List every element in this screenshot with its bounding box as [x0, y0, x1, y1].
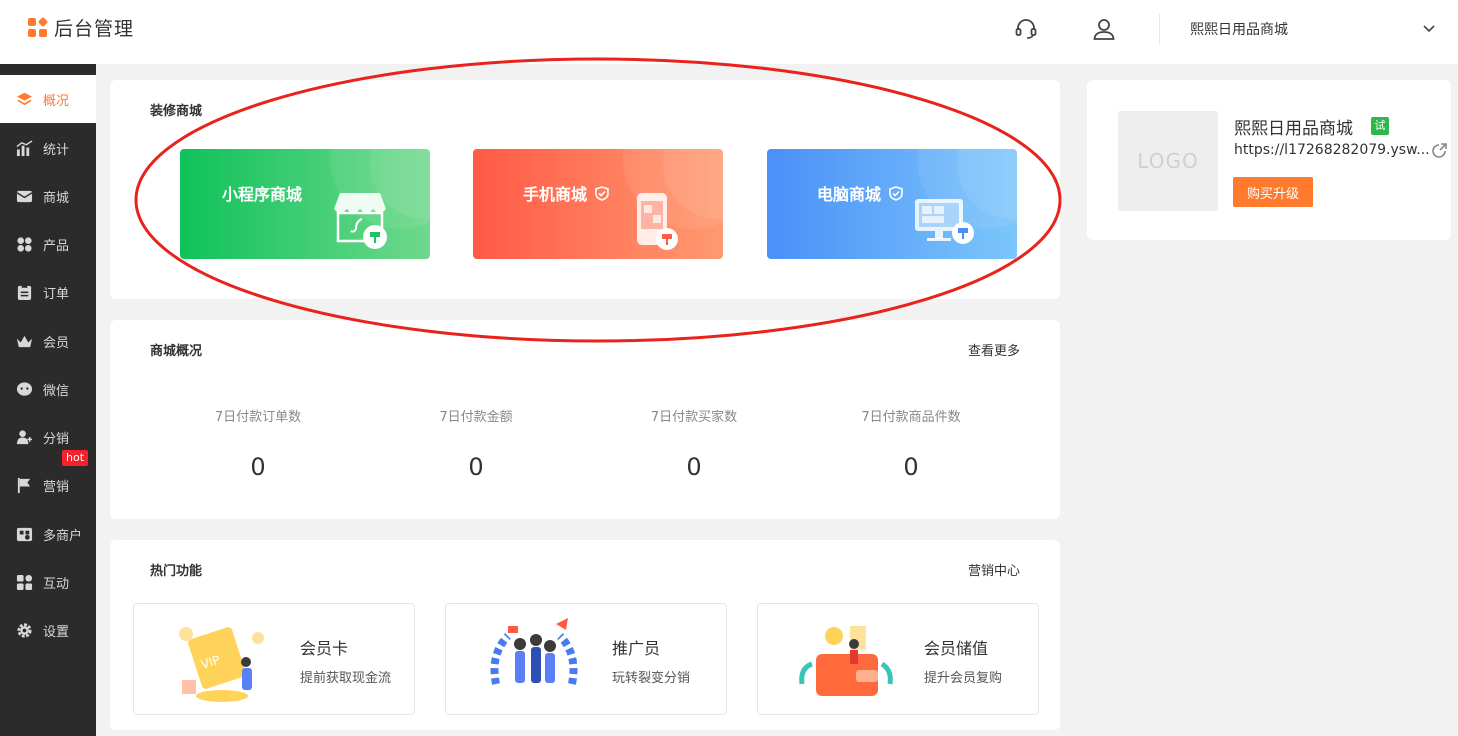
shop-selector[interactable]: 熙熙日用品商城: [1190, 19, 1288, 39]
sidebar-item-label: 多商户: [43, 528, 83, 544]
sidebar-item-label: 互动: [43, 576, 70, 592]
stat-label: 7日付款商品件数: [861, 410, 961, 425]
apps-icon: [16, 574, 33, 590]
sidebar-item-overview[interactable]: 概况: [0, 75, 96, 123]
tile-mobile-shop[interactable]: 手机商城: [473, 149, 723, 259]
sidebar-item-label: 概况: [43, 93, 70, 109]
sidebar-item-label: 设置: [43, 624, 70, 640]
app-title: 后台管理: [54, 18, 135, 40]
tile-pc-shop[interactable]: 电脑商城: [767, 149, 1017, 259]
decorate-shop-card: 装修商城 小程序商城 手机商城 电脑商城: [110, 80, 1060, 299]
sidebar-item-label: 分销: [43, 431, 70, 447]
crown-icon: [16, 335, 33, 347]
sidebar-item-marketing[interactable]: hot 营销: [0, 450, 96, 509]
tile-label: 小程序商城: [222, 185, 303, 204]
feature-name: 会员卡: [300, 639, 349, 658]
sidebar-item-label: 微信: [43, 383, 70, 399]
tile-label: 手机商城: [523, 185, 588, 204]
brand[interactable]: 后台管理: [28, 14, 134, 41]
trial-badge: 试: [1371, 117, 1389, 135]
feature-member-recharge[interactable]: 会员储值 提升会员复购: [757, 603, 1039, 715]
chevron-down-icon[interactable]: [1421, 20, 1437, 36]
stat-value: 0: [686, 453, 702, 481]
storefront-icon: [334, 193, 387, 249]
feature-name: 推广员: [612, 639, 661, 658]
store-icon: [16, 527, 33, 541]
shield-check-icon: [889, 185, 903, 201]
sidebar-item-statistics[interactable]: 统计: [0, 124, 96, 172]
sidebar-item-label: 产品: [43, 238, 70, 254]
sidebar-item-label: 商城: [43, 190, 70, 206]
stat-value: 0: [468, 453, 484, 481]
stat-value: 0: [903, 453, 919, 481]
shop-logo: LOGO: [1118, 111, 1218, 211]
chart-icon: [16, 139, 33, 156]
feature-desc: 提升会员复购: [924, 671, 1003, 686]
stat-label: 7日付款订单数: [214, 410, 302, 425]
sidebar-item-interaction[interactable]: 互动: [0, 558, 96, 606]
feature-name: 会员储值: [924, 639, 989, 658]
stat-label: 7日付款金额: [439, 410, 513, 425]
hot-features-card: 热门功能 营销中心 VIP 会员卡 提前获取现金流 推广员 玩转裂变分销 会员储…: [110, 540, 1060, 730]
vip-card-illustration-icon: VIP: [179, 627, 264, 702]
sidebar-item-label: 统计: [43, 142, 70, 158]
feature-desc: 玩转裂变分销: [612, 671, 691, 686]
users-icon: [16, 429, 33, 444]
sidebar-item-orders[interactable]: 订单: [0, 268, 96, 316]
stat-orders: 7日付款订单数 0: [148, 406, 368, 481]
brand-logo-icon: [28, 16, 49, 38]
shop-name: 熙熙日用品商城: [1234, 119, 1353, 139]
grid-icon: [17, 236, 32, 252]
top-header: 后台管理 熙熙日用品商城: [0, 0, 1458, 64]
sidebar-item-products[interactable]: 产品: [0, 220, 96, 268]
sidebar-item-mall[interactable]: 商城: [0, 172, 96, 220]
user-icon[interactable]: [1091, 16, 1117, 42]
upgrade-button[interactable]: 购买升级: [1233, 177, 1313, 207]
shield-check-icon: [595, 185, 609, 201]
shop-url[interactable]: https://l17268282079.ysw...: [1234, 142, 1429, 158]
stat-buyers: 7日付款买家数 0: [584, 406, 804, 481]
decorate-title: 装修商城: [150, 104, 203, 119]
layers-icon: [16, 92, 33, 105]
stat-value: 0: [250, 453, 266, 481]
feature-promoter[interactable]: 推广员 玩转裂变分销: [445, 603, 727, 715]
sidebar-item-wechat[interactable]: 微信: [0, 365, 96, 413]
clipboard-icon: [17, 284, 32, 300]
hot-features-title: 热门功能: [150, 564, 203, 579]
shop-overview-card: 商城概况 查看更多 7日付款订单数 0 7日付款金额 0 7日付款买家数 0 7…: [110, 320, 1060, 519]
wallet-illustration-icon: [799, 626, 893, 696]
feature-desc: 提前获取现金流: [300, 671, 392, 686]
tile-miniprogram-shop[interactable]: 小程序商城: [180, 149, 430, 259]
feature-member-card[interactable]: VIP 会员卡 提前获取现金流: [133, 603, 415, 715]
marketing-center-link[interactable]: 营销中心: [968, 560, 1020, 579]
hot-badge: hot: [62, 450, 89, 466]
header-divider: [1159, 14, 1160, 44]
stat-items: 7日付款商品件数 0: [801, 406, 1021, 481]
external-link-icon[interactable]: [1432, 142, 1448, 158]
mail-icon: [16, 190, 33, 202]
overview-title: 商城概况: [150, 344, 203, 359]
sidebar-item-settings[interactable]: 设置: [0, 606, 96, 654]
sidebar: 概况 统计 商城 产品 订单 会员 微信 分销 hot 营销 多商户 互动 设置: [0, 64, 96, 736]
flag-icon: [17, 477, 31, 493]
stat-amount: 7日付款金额 0: [366, 406, 586, 481]
wechat-icon: [16, 381, 33, 396]
sidebar-item-label: 营销: [43, 479, 70, 495]
sidebar-item-label: 订单: [43, 286, 70, 302]
tile-label: 电脑商城: [817, 185, 882, 204]
view-more-link[interactable]: 查看更多: [968, 340, 1020, 359]
sidebar-item-label: 会员: [43, 335, 70, 351]
sidebar-item-multi-merchant[interactable]: 多商户: [0, 510, 96, 558]
gear-icon: [17, 622, 32, 638]
promoter-illustration-icon: [490, 618, 578, 685]
mobile-phone-icon: [637, 193, 678, 250]
desktop-computer-icon: [915, 199, 974, 244]
support-headset-icon[interactable]: [1013, 16, 1039, 42]
shop-info-card: LOGO 熙熙日用品商城 试 https://l17268282079.ysw.…: [1087, 80, 1451, 240]
stat-label: 7日付款买家数: [650, 410, 738, 425]
sidebar-item-members[interactable]: 会员: [0, 317, 96, 365]
